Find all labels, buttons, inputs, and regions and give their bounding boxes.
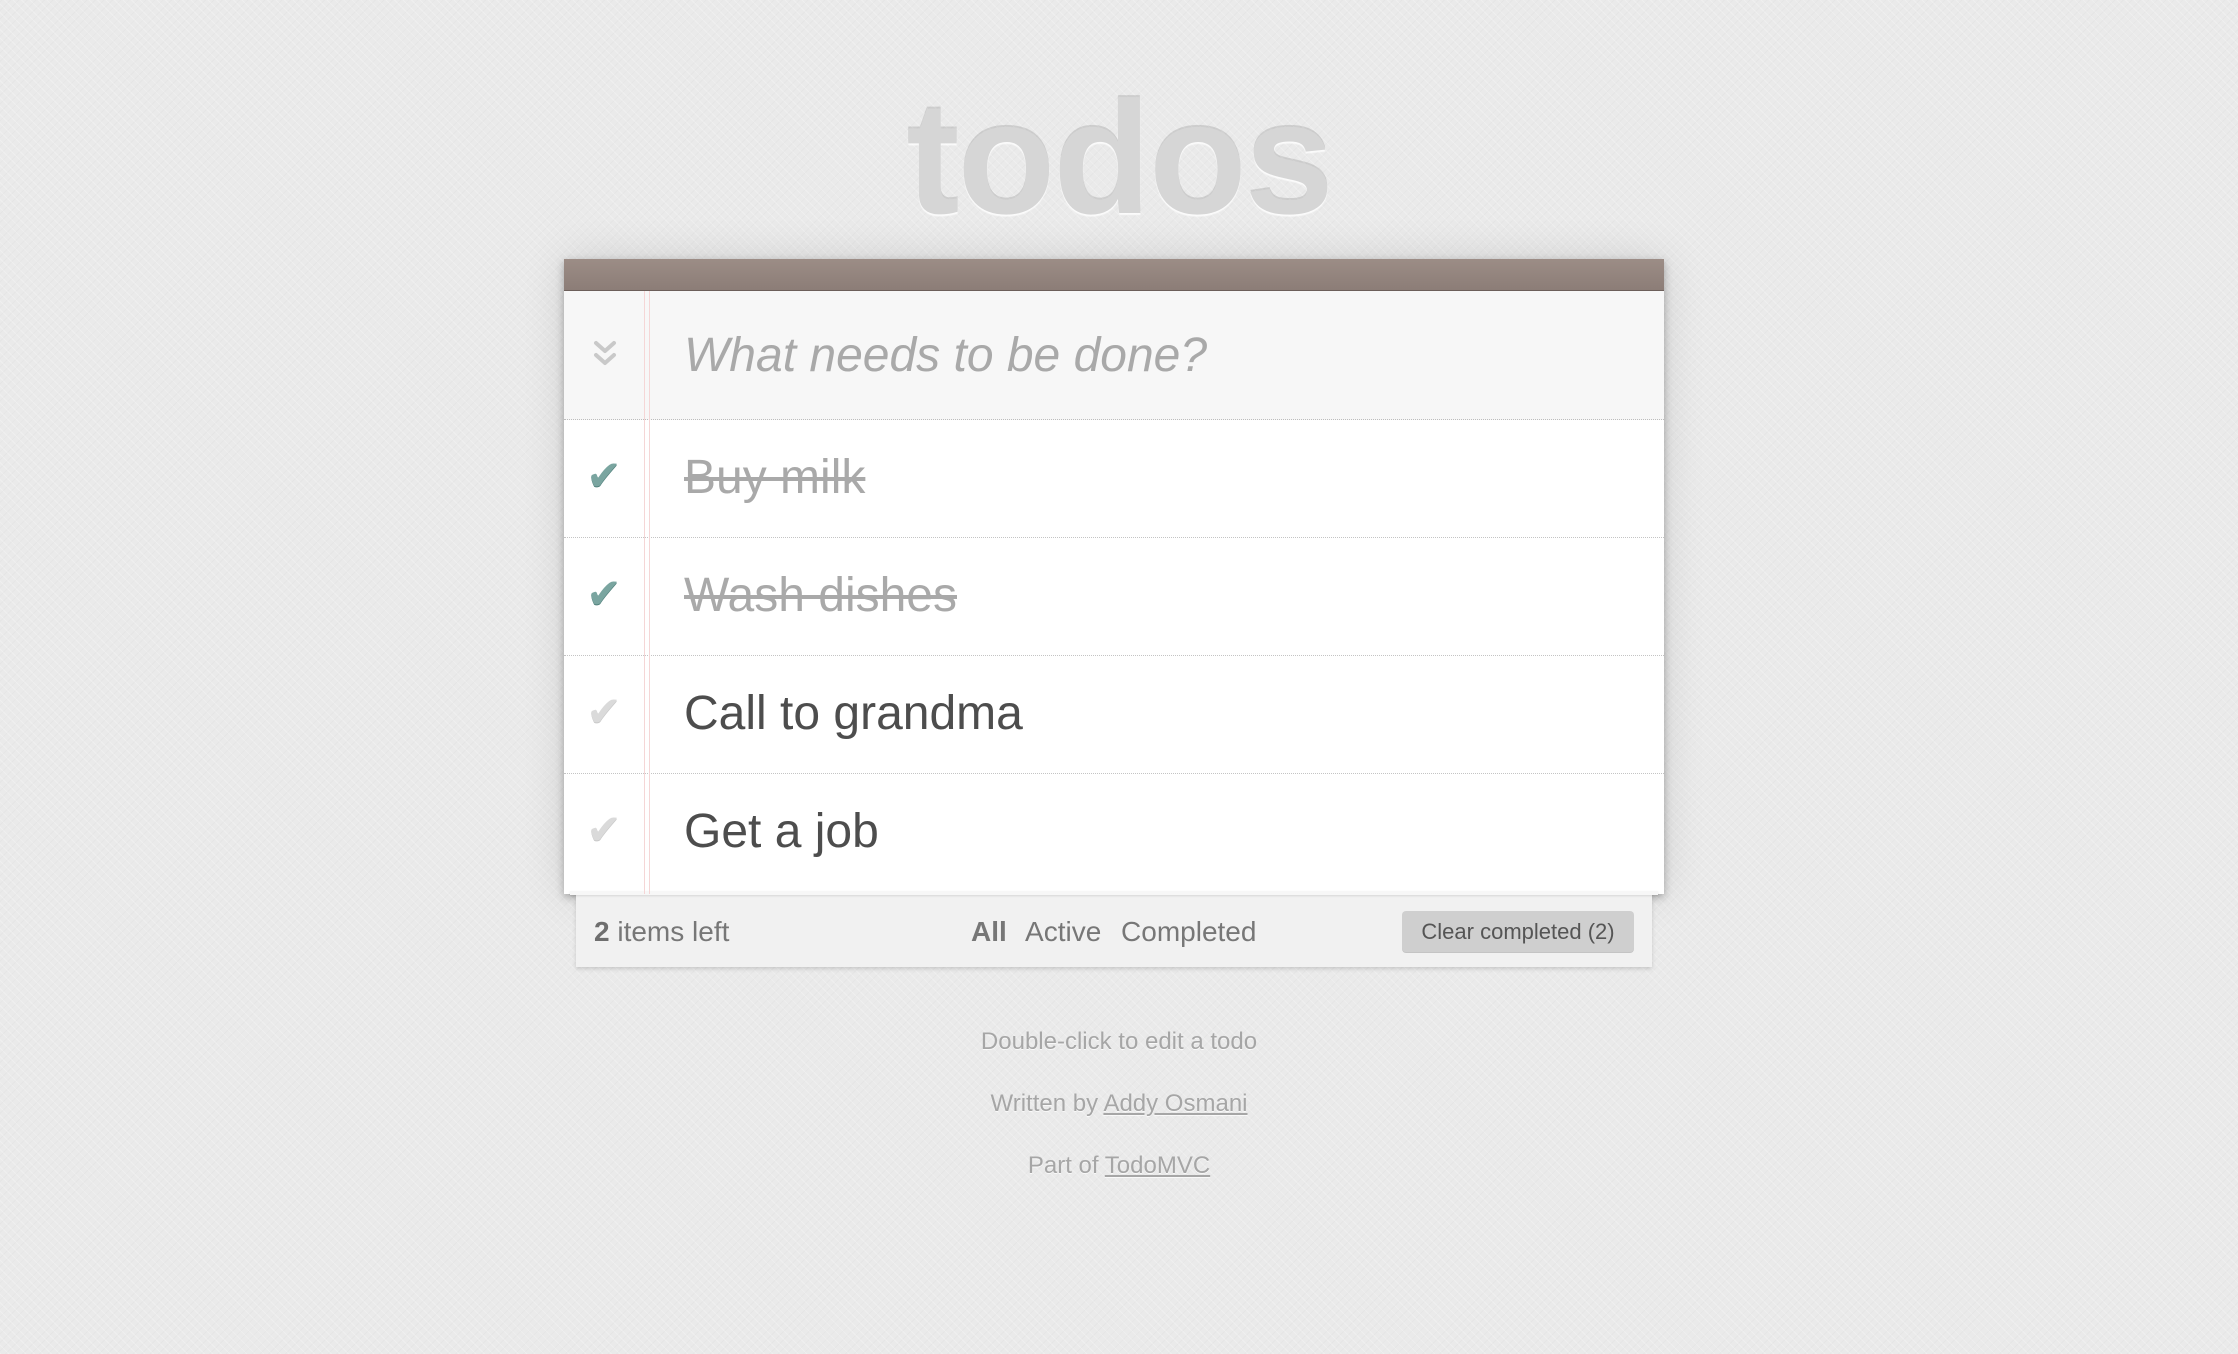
author-link[interactable]: Addy Osmani — [1103, 1090, 1247, 1117]
credit-author: Written by Addy Osmani — [0, 1089, 2238, 1119]
credit-author-prefix: Written by — [990, 1090, 1104, 1117]
todo-label: Call to grandma — [684, 687, 1023, 740]
todo-list: ✔ Buy milk ✔ Wash dishes ✔ Call to grand… — [564, 420, 1664, 894]
todo-label: Buy milk — [684, 451, 866, 504]
items-left-number: 2 — [594, 916, 610, 947]
filter-active-link[interactable]: Active — [1025, 916, 1101, 947]
app-title: todos — [906, 68, 1333, 247]
filter-completed-link[interactable]: Completed — [1121, 916, 1256, 947]
credit-project-prefix: Part of — [1027, 1152, 1105, 1179]
edit-hint: Double-click to edit a todo — [980, 1028, 1258, 1055]
incomplete-checkmark-icon[interactable]: ✔ — [582, 808, 626, 852]
filter-all-link[interactable]: All — [971, 916, 1007, 947]
toggle-all-chevron-icon[interactable] — [590, 337, 620, 371]
panel-top-bar — [564, 259, 1664, 291]
clear-completed-button[interactable]: Clear completed (2) — [1402, 911, 1634, 953]
todo-app-panel: ✔ Buy milk ✔ Wash dishes ✔ Call to grand… — [564, 259, 1664, 894]
filters: All Active Completed — [971, 915, 1268, 949]
new-todo-input[interactable] — [684, 319, 1624, 391]
todomvc-link[interactable]: TodoMVC — [1105, 1152, 1210, 1179]
credit-project: Part of TodoMVC — [0, 1151, 2238, 1181]
items-left-suffix: items left — [609, 916, 730, 947]
new-todo-header — [564, 291, 1664, 420]
todo-item[interactable]: ✔ Call to grandma — [564, 656, 1664, 774]
items-left-count: 2 items left — [594, 915, 729, 949]
todo-item[interactable]: ✔ Get a job — [564, 774, 1664, 894]
todo-item[interactable]: ✔ Wash dishes — [564, 538, 1664, 656]
completed-checkmark-icon[interactable]: ✔ — [582, 454, 626, 498]
incomplete-checkmark-icon[interactable]: ✔ — [582, 690, 626, 734]
completed-checkmark-icon[interactable]: ✔ — [582, 572, 626, 616]
todo-label: Wash dishes — [684, 569, 957, 622]
todo-label: Get a job — [684, 805, 879, 858]
todo-item[interactable]: ✔ Buy milk — [564, 420, 1664, 538]
todo-footer: 2 items left All Active Completed Clear … — [570, 891, 1658, 967]
